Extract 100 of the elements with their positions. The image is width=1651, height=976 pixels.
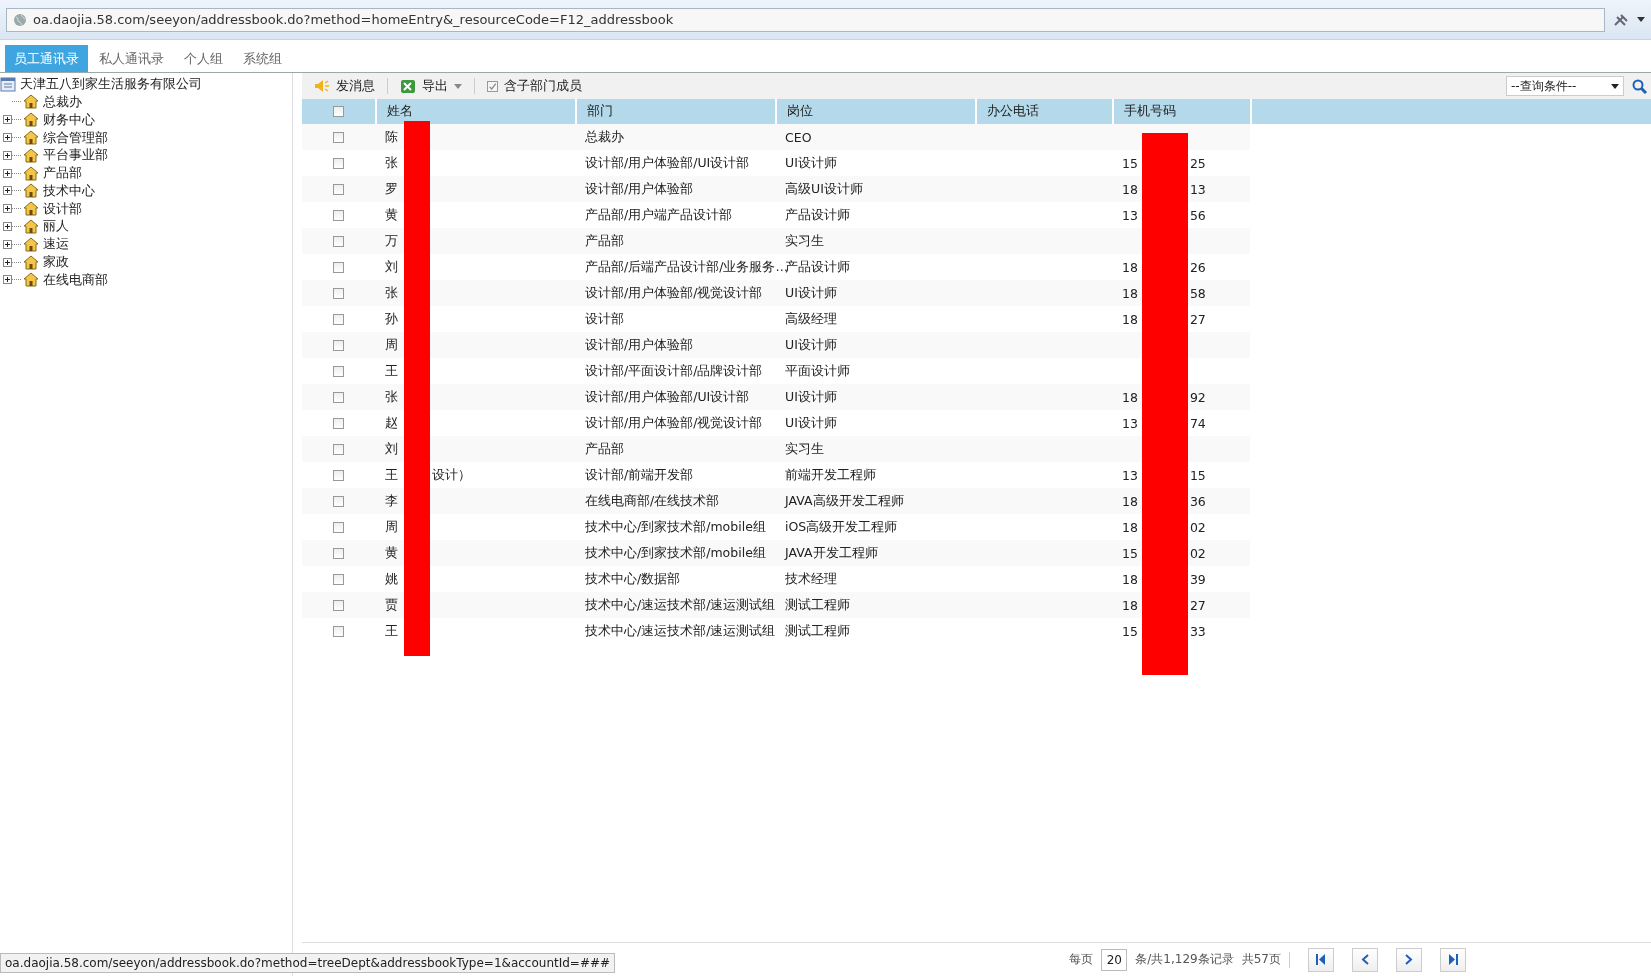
name-text: 王 xyxy=(385,466,398,484)
phone-text: 18 xyxy=(1122,311,1138,327)
address-field[interactable]: oa.daojia.58.com/seeyon/addressbook.do?method=homeEntry&_resourceCode=F12_addressbook xyxy=(6,7,1605,32)
tree-item[interactable]: 丽人 xyxy=(43,217,69,236)
checkbox[interactable] xyxy=(333,547,344,559)
phone-text: 02 xyxy=(1189,545,1206,561)
globe-icon xyxy=(13,12,27,27)
send-message-button[interactable]: 发消息 xyxy=(310,77,379,95)
checkbox[interactable] xyxy=(333,573,344,585)
expand-icon[interactable] xyxy=(3,150,12,160)
tree-item[interactable]: 家政 xyxy=(43,253,69,272)
checkbox[interactable] xyxy=(333,106,344,117)
query-select[interactable]: --查询条件-- xyxy=(1506,76,1624,96)
caret-icon[interactable] xyxy=(1637,16,1645,23)
expand-icon[interactable] xyxy=(3,239,12,249)
name-text: 张 xyxy=(385,154,398,172)
house-icon xyxy=(23,165,39,181)
tree-root[interactable]: 天津五八到家生活服务有限公司 xyxy=(20,75,202,93)
tools-icon[interactable] xyxy=(1613,12,1629,27)
table-cell: 技术经理 xyxy=(785,570,837,588)
tree-item[interactable]: 产品部 xyxy=(43,164,82,183)
table-cell: 实习生 xyxy=(785,440,824,458)
spreadsheet-icon xyxy=(400,78,416,94)
name-text: 王 xyxy=(385,622,398,640)
checkbox[interactable] xyxy=(333,287,344,299)
name-text: 罗 xyxy=(385,180,398,198)
phone-text: 18 xyxy=(1122,389,1138,405)
table-cell: 高级UI设计师 xyxy=(785,180,863,198)
checkbox[interactable] xyxy=(333,183,344,195)
house-icon xyxy=(23,183,39,199)
name-text: 黄 xyxy=(385,544,398,562)
previous-page-button[interactable] xyxy=(1352,947,1378,972)
phone-text: 18 xyxy=(1122,597,1138,613)
tab[interactable]: 系统组 xyxy=(234,45,291,72)
first-page-button[interactable] xyxy=(1308,947,1334,972)
checkbox[interactable] xyxy=(333,495,344,507)
phone-text: 18 xyxy=(1122,259,1138,275)
checkbox[interactable] xyxy=(333,443,344,455)
checkbox[interactable] xyxy=(333,157,344,169)
page-count: 共57页 xyxy=(1241,951,1281,968)
tree-item[interactable]: 总裁办 xyxy=(43,92,82,111)
checkbox[interactable] xyxy=(487,80,498,92)
name-text: 设计） xyxy=(432,466,471,484)
tab[interactable]: 个人组 xyxy=(175,45,232,72)
phone-text: 18 xyxy=(1122,519,1138,535)
tree-item[interactable]: 财务中心 xyxy=(43,110,95,129)
table-cell: iOS高级开发工程师 xyxy=(785,518,898,536)
table-cell: 产品部 xyxy=(585,232,624,250)
checkbox[interactable] xyxy=(333,131,344,143)
table-cell: 高级经理 xyxy=(785,310,837,328)
phone-text: 13 xyxy=(1122,467,1138,483)
tree-item[interactable]: 综合管理部 xyxy=(43,128,108,147)
checkbox[interactable] xyxy=(333,521,344,533)
expand-icon[interactable] xyxy=(3,221,12,231)
speaker-icon xyxy=(314,79,330,93)
next-page-button[interactable] xyxy=(1396,947,1422,972)
search-icon[interactable] xyxy=(1632,78,1647,94)
name-text: 万 xyxy=(385,232,398,250)
checkbox[interactable] xyxy=(333,313,344,325)
tree-item[interactable]: 技术中心 xyxy=(43,181,95,200)
checkbox[interactable] xyxy=(333,469,344,481)
phone-text: 13 xyxy=(1122,207,1138,223)
checkbox[interactable] xyxy=(333,417,344,429)
checkbox[interactable] xyxy=(333,625,344,637)
tree-item[interactable]: 在线电商部 xyxy=(43,270,108,289)
table-cell: 技术中心/到家技术部/mobile组 xyxy=(585,518,766,536)
record-count: 条/共1,129条记录 xyxy=(1135,951,1234,968)
tab[interactable]: 私人通讯录 xyxy=(90,45,173,72)
checkbox[interactable] xyxy=(333,339,344,351)
tree-item[interactable]: 平台事业部 xyxy=(43,146,108,165)
name-text: 刘 xyxy=(385,258,398,276)
expand-icon[interactable] xyxy=(3,186,12,196)
tree-item[interactable]: 设计部 xyxy=(43,199,82,218)
expand-icon[interactable] xyxy=(3,257,12,267)
name-text: 王 xyxy=(385,362,398,380)
checkbox[interactable] xyxy=(333,209,344,221)
checkbox[interactable] xyxy=(333,391,344,403)
expand-icon[interactable] xyxy=(3,115,12,125)
tree-item[interactable]: 速运 xyxy=(43,235,69,254)
table-cell: 测试工程师 xyxy=(785,596,850,614)
expand-icon[interactable] xyxy=(3,168,12,178)
phone-text: 13 xyxy=(1189,181,1206,197)
checkbox[interactable] xyxy=(333,261,344,273)
table-cell: 技术中心/数据部 xyxy=(585,570,681,588)
name-text: 周 xyxy=(385,336,398,354)
chevron-right-icon xyxy=(1405,954,1413,965)
expand-icon[interactable] xyxy=(3,133,12,142)
expand-icon[interactable] xyxy=(3,275,12,285)
phone-text: 33 xyxy=(1189,623,1206,639)
per-page-field[interactable]: 20 xyxy=(1101,948,1128,971)
last-page-button[interactable] xyxy=(1440,947,1466,972)
table-cell: 实习生 xyxy=(785,232,824,250)
phone-text: 18 xyxy=(1122,181,1138,197)
phone-text: 25 xyxy=(1189,155,1206,171)
expand-icon[interactable] xyxy=(3,204,12,214)
checkbox[interactable] xyxy=(333,365,344,377)
checkbox[interactable] xyxy=(333,599,344,611)
export-button[interactable]: 导出 xyxy=(396,77,466,95)
checkbox[interactable] xyxy=(333,235,344,247)
phone-text: 74 xyxy=(1189,415,1206,431)
